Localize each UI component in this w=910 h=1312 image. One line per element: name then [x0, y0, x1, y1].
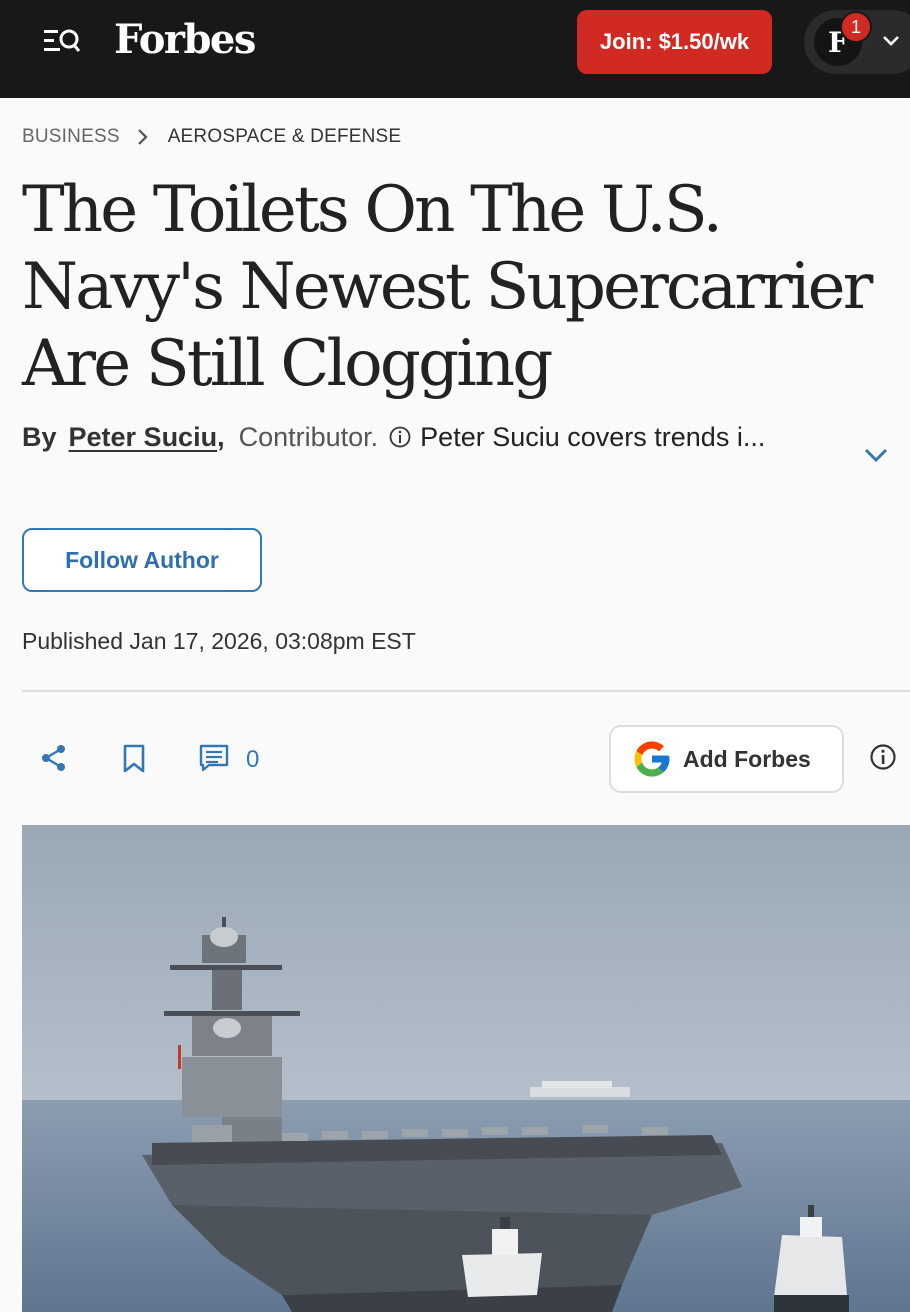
by-label: By [22, 421, 57, 452]
top-nav-bar: Forbes Join: $1.50/wk F 1 [0, 0, 910, 98]
info-icon[interactable] [868, 742, 898, 772]
info-icon[interactable] [388, 425, 412, 449]
forbes-logo[interactable]: Forbes [114, 16, 256, 63]
follow-author-button[interactable]: Follow Author [22, 528, 262, 592]
chevron-right-icon [137, 129, 148, 145]
menu-search-icon[interactable] [44, 26, 80, 58]
add-forbes-label: Add Forbes [683, 745, 811, 772]
expand-bio-chevron-icon[interactable] [862, 444, 890, 466]
breadcrumb-aerospace-defense[interactable]: AEROSPACE & DEFENSE [168, 126, 402, 148]
comment-icon[interactable] [198, 742, 230, 774]
hero-image-aircraft-carrier [22, 825, 910, 1312]
byline: By Peter Suciu , Contributor. Peter Suci… [22, 420, 792, 454]
breadcrumb-business[interactable]: BUSINESS [22, 126, 120, 148]
published-date: Published Jan 17, 2026, 03:08pm EST [22, 628, 416, 654]
chevron-down-icon[interactable] [880, 30, 902, 52]
author-bio-snippet: Peter Suciu covers trends i... [420, 421, 766, 452]
author-role: Contributor. [238, 421, 379, 452]
byline-comma: , [217, 421, 225, 452]
author-link[interactable]: Peter Suciu [69, 422, 218, 453]
divider [22, 690, 910, 692]
notification-badge: 1 [840, 11, 872, 43]
share-icon[interactable] [38, 742, 70, 774]
join-subscription-button[interactable]: Join: $1.50/wk [577, 10, 772, 74]
comment-count[interactable]: 0 [246, 746, 259, 774]
google-logo-icon [634, 741, 670, 777]
bookmark-icon[interactable] [118, 742, 150, 774]
article-headline: The Toilets On The U.S. Navy's Newest Su… [22, 173, 873, 401]
add-forbes-google-button[interactable]: Add Forbes [609, 725, 844, 793]
breadcrumb: BUSINESS AEROSPACE & DEFENSE [22, 126, 401, 148]
